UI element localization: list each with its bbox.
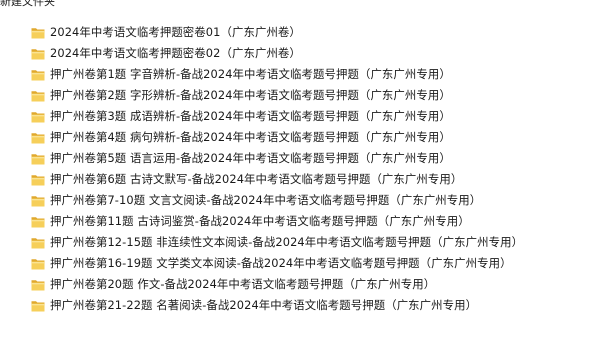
folder-item[interactable]: 押广州卷第21-22题 名著阅读-备战2024年中考语文临考题号押题（广东广州专… — [26, 295, 595, 316]
folder-item[interactable]: 押广州卷第5题 语言运用-备战2024年中考语文临考题号押题（广东广州专用） — [26, 148, 595, 169]
folder-item[interactable]: 押广州卷第16-19题 文学类文本阅读-备战2024年中考语文临考题号押题（广东… — [26, 253, 595, 274]
folder-item-label: 押广州卷第7-10题 文言文阅读-备战2024年中考语文临考题号押题（广东广州专… — [50, 193, 482, 207]
folder-icon — [31, 195, 45, 207]
folder-item-label: 押广州卷第11题 古诗词鉴赏-备战2024年中考语文临考题号押题（广东广州专用） — [50, 214, 470, 228]
folder-icon — [31, 258, 45, 270]
folder-icon — [31, 132, 45, 144]
folder-icon — [31, 153, 45, 165]
folder-item-label: 押广州卷第5题 语言运用-备战2024年中考语文临考题号押题（广东广州专用） — [50, 151, 451, 165]
folder-item[interactable]: 押广州卷第11题 古诗词鉴赏-备战2024年中考语文临考题号押题（广东广州专用） — [26, 211, 595, 232]
folder-item-label: 押广州卷第3题 成语辨析-备战2024年中考语文临考题号押题（广东广州专用） — [50, 109, 451, 123]
folder-icon — [31, 111, 45, 123]
folder-item-label: 押广州卷第12-15题 非连续性文本阅读-备战2024年中考语文临考题号押题（广… — [50, 235, 524, 249]
folder-title: 新建文件夹 — [0, 0, 55, 8]
folder-item[interactable]: 押广州卷第7-10题 文言文阅读-备战2024年中考语文临考题号押题（广东广州专… — [26, 190, 595, 211]
folder-item[interactable]: 押广州卷第20题 作文-备战2024年中考语文临考题号押题（广东广州专用） — [26, 274, 595, 295]
folder-icon — [31, 279, 45, 291]
folder-item-label: 押广州卷第6题 古诗文默写-备战2024年中考语文临考题号押题（广东广州专用） — [50, 172, 463, 186]
folder-icon — [31, 69, 45, 81]
folder-item[interactable]: 押广州卷第1题 字音辨析-备战2024年中考语文临考题号押题（广东广州专用） — [26, 64, 595, 85]
folder-item-label: 押广州卷第1题 字音辨析-备战2024年中考语文临考题号押题（广东广州专用） — [50, 67, 451, 81]
folder-item[interactable]: 押广州卷第4题 病句辨析-备战2024年中考语文临考题号押题（广东广州专用） — [26, 127, 595, 148]
folder-item[interactable]: 押广州卷第6题 古诗文默写-备战2024年中考语文临考题号押题（广东广州专用） — [26, 169, 595, 190]
folder-item-label: 押广州卷第20题 作文-备战2024年中考语文临考题号押题（广东广州专用） — [50, 277, 436, 291]
folder-icon — [31, 174, 45, 186]
folder-item-label: 2024年中考语文临考押题密卷02（广东广州卷） — [50, 46, 301, 60]
folder-item[interactable]: 押广州卷第2题 字形辨析-备战2024年中考语文临考题号押题（广东广州专用） — [26, 85, 595, 106]
folder-item[interactable]: 押广州卷第12-15题 非连续性文本阅读-备战2024年中考语文临考题号押题（广… — [26, 232, 595, 253]
file-list: 2024年中考语文临考押题密卷01（广东广州卷） 2024年中考语文临考押题密卷0… — [26, 22, 595, 316]
folder-item-label: 押广州卷第4题 病句辨析-备战2024年中考语文临考题号押题（广东广州专用） — [50, 130, 451, 144]
folder-item[interactable]: 2024年中考语文临考押题密卷02（广东广州卷） — [26, 43, 595, 64]
file-explorer-window: 新建文件夹 2024年中考语文临考押题密卷01（广东广州卷） 2024年中考语文临… — [0, 0, 595, 356]
folder-item-label: 押广州卷第16-19题 文学类文本阅读-备战2024年中考语文临考题号押题（广东… — [50, 256, 512, 270]
folder-item[interactable]: 2024年中考语文临考押题密卷01（广东广州卷） — [26, 22, 595, 43]
folder-icon — [31, 300, 45, 312]
folder-item-label: 2024年中考语文临考押题密卷01（广东广州卷） — [50, 25, 301, 39]
folder-item-label: 押广州卷第2题 字形辨析-备战2024年中考语文临考题号押题（广东广州专用） — [50, 88, 451, 102]
folder-item[interactable]: 押广州卷第3题 成语辨析-备战2024年中考语文临考题号押题（广东广州专用） — [26, 106, 595, 127]
folder-icon — [31, 27, 45, 39]
folder-icon — [31, 48, 45, 60]
folder-item-label: 押广州卷第21-22题 名著阅读-备战2024年中考语文临考题号押题（广东广州专… — [50, 298, 478, 312]
folder-icon — [31, 237, 45, 249]
folder-icon — [31, 90, 45, 102]
folder-icon — [31, 216, 45, 228]
